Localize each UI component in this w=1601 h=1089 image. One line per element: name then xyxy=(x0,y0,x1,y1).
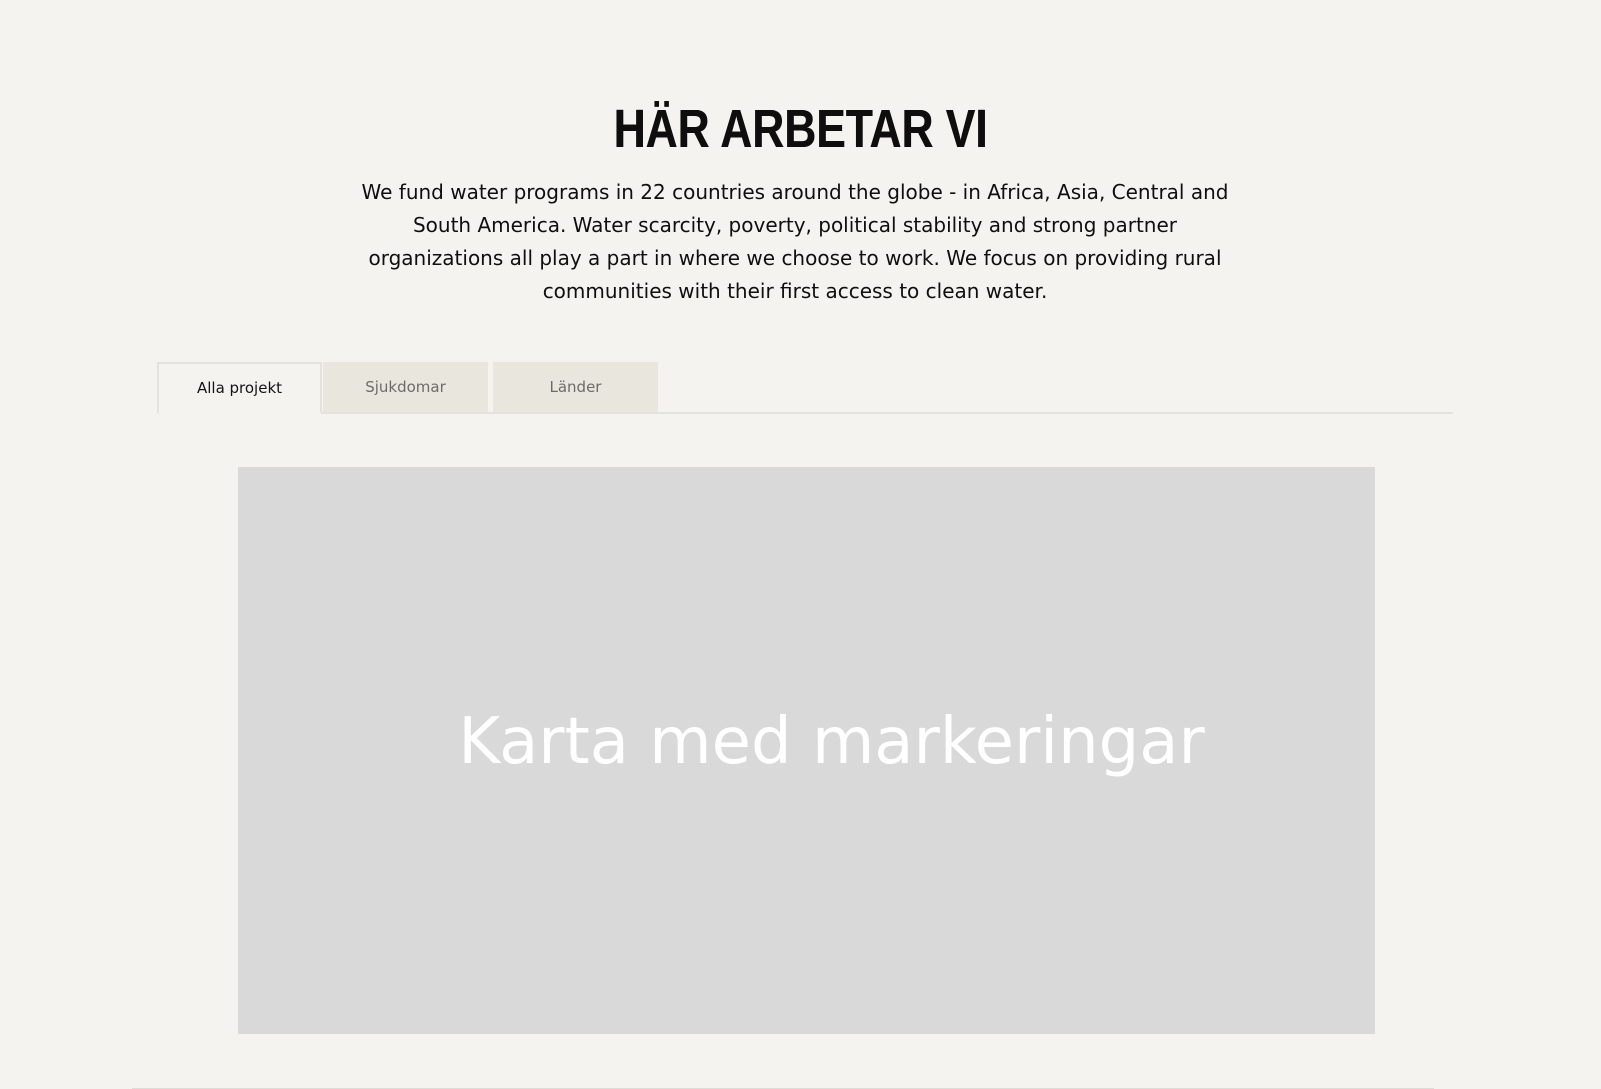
tab-sjukdomar[interactable]: Sjukdomar xyxy=(323,362,488,412)
tab-alla-projekt[interactable]: Alla projekt xyxy=(157,362,322,414)
tab-label: Sjukdomar xyxy=(365,378,446,396)
tab-bar: Alla projekt Sjukdomar Länder xyxy=(157,362,1453,414)
tab-label: Länder xyxy=(549,378,602,396)
map-placeholder[interactable]: Karta med markeringar xyxy=(238,467,1375,1034)
tab-lander[interactable]: Länder xyxy=(493,362,658,412)
tab-label: Alla projekt xyxy=(196,379,283,397)
page: HÄR ARBETAR VI We fund water programs in… xyxy=(0,0,1601,1089)
section-intro: We fund water programs in 22 countries a… xyxy=(361,180,1229,303)
section-title: HÄR ARBETAR VI xyxy=(613,99,988,160)
map-placeholder-label: Karta med markeringar xyxy=(458,704,1205,779)
